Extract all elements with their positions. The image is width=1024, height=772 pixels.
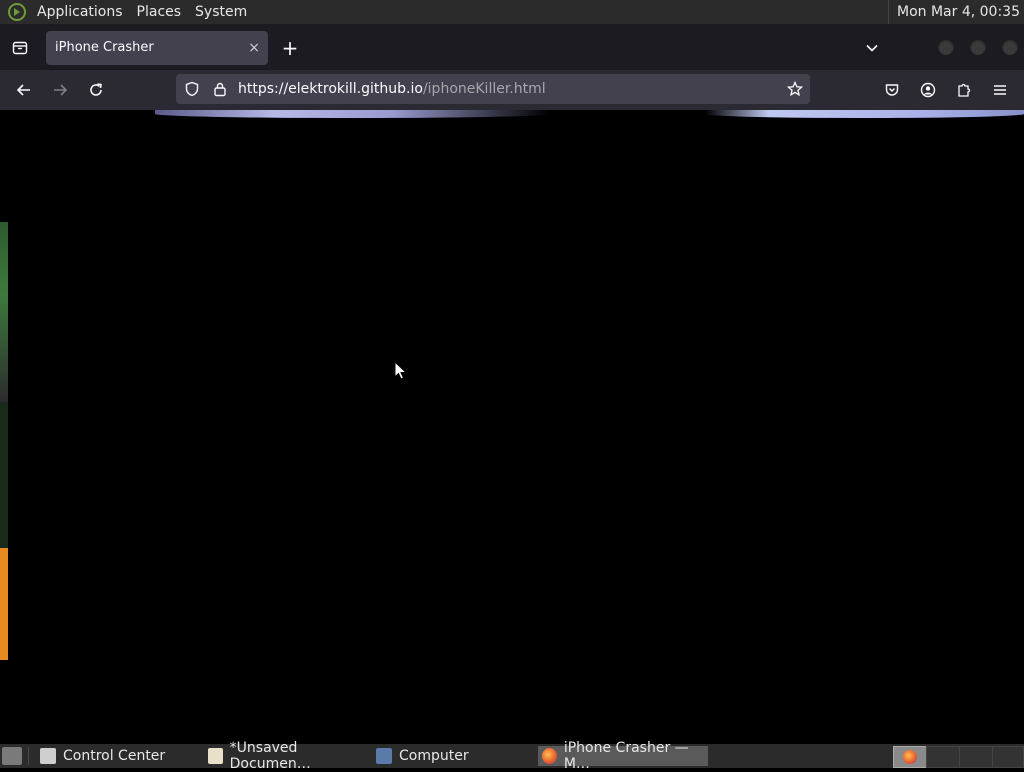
firefox-icon [903, 750, 917, 764]
taskbar: Control Center *Unsaved Documen… Compute… [0, 740, 1024, 772]
page-content[interactable] [0, 110, 1024, 744]
url-bar[interactable]: https://elektrokill.github.io/iphoneKill… [176, 74, 810, 104]
arrow-right-icon [54, 84, 68, 96]
tab-overview-icon [12, 41, 28, 55]
back-button[interactable] [12, 78, 36, 102]
taskbar-item-label: Computer [399, 748, 469, 764]
url-host: https://elektrokill.github.io [238, 81, 423, 97]
applications-menu[interactable]: Applications [30, 4, 130, 20]
taskbar-item-label: iPhone Crasher — M… [563, 740, 689, 772]
lock-icon[interactable] [212, 81, 228, 97]
puzzle-icon [958, 83, 971, 97]
mouse-cursor-icon [394, 361, 408, 380]
clock[interactable]: Mon Mar 4, 00:35 [888, 0, 1020, 24]
taskbar-separator [28, 747, 29, 765]
window-minimize-button[interactable] [938, 39, 954, 55]
left-edge-orange-strip [0, 548, 8, 660]
workspace-2[interactable] [926, 746, 960, 768]
bookmark-star-icon[interactable] [787, 81, 803, 97]
taskbar-item-iphone-crasher[interactable]: iPhone Crasher — M… [538, 740, 708, 772]
url-text[interactable]: https://elektrokill.github.io/iphoneKill… [238, 74, 546, 104]
hamburger-menu-icon [994, 85, 1006, 95]
firefox-icon [542, 748, 557, 764]
taskbar-item-computer[interactable]: Computer [372, 746, 538, 766]
app-menu-button[interactable] [988, 78, 1012, 102]
glow-shape-left [155, 110, 550, 118]
arrow-left-icon [16, 84, 30, 96]
left-edge-green-strip [0, 222, 8, 402]
reload-button[interactable] [84, 78, 108, 102]
pocket-button[interactable] [880, 78, 904, 102]
new-tab-button[interactable]: + [278, 36, 302, 60]
workspace-3[interactable] [959, 746, 993, 768]
left-edge-dark-strip [0, 402, 8, 548]
account-icon [920, 82, 936, 98]
text-editor-icon [208, 748, 223, 764]
show-desktop-button[interactable] [2, 747, 22, 765]
taskbar-item-label: Control Center [63, 748, 166, 764]
chevron-down-icon [866, 44, 878, 52]
top-panel: Applications Places System Mon Mar 4, 00… [0, 0, 1024, 24]
pocket-icon [885, 84, 899, 96]
extensions-button[interactable] [952, 78, 976, 102]
workspace-switcher[interactable] [893, 746, 927, 768]
tab-overview-button[interactable] [8, 36, 32, 60]
taskbar-item-label: *Unsaved Documen… [229, 740, 311, 772]
url-path: /iphoneKiller.html [422, 81, 546, 97]
shield-icon[interactable] [184, 81, 200, 97]
taskbar-item-unsaved-document[interactable]: *Unsaved Documen… [204, 740, 370, 772]
window-maximize-button[interactable] [970, 39, 986, 55]
account-button[interactable] [916, 78, 940, 102]
computer-icon [376, 748, 392, 764]
forward-button[interactable] [48, 78, 72, 102]
taskbar-item-control-center[interactable]: Control Center [36, 746, 202, 766]
distro-logo-icon[interactable] [8, 3, 26, 21]
reload-icon [90, 83, 102, 96]
workspace-4[interactable] [992, 746, 1024, 768]
tab-title: iPhone Crasher [55, 40, 154, 55]
close-tab-icon[interactable]: × [248, 31, 260, 65]
window-close-button[interactable] [1002, 39, 1018, 55]
places-menu[interactable]: Places [130, 4, 189, 20]
tab-iphone-crasher[interactable]: iPhone Crasher × [46, 31, 268, 65]
list-all-tabs-button[interactable] [860, 36, 884, 60]
control-center-icon [40, 748, 56, 764]
glow-shape-right [705, 110, 1024, 118]
system-menu[interactable]: System [188, 4, 254, 20]
